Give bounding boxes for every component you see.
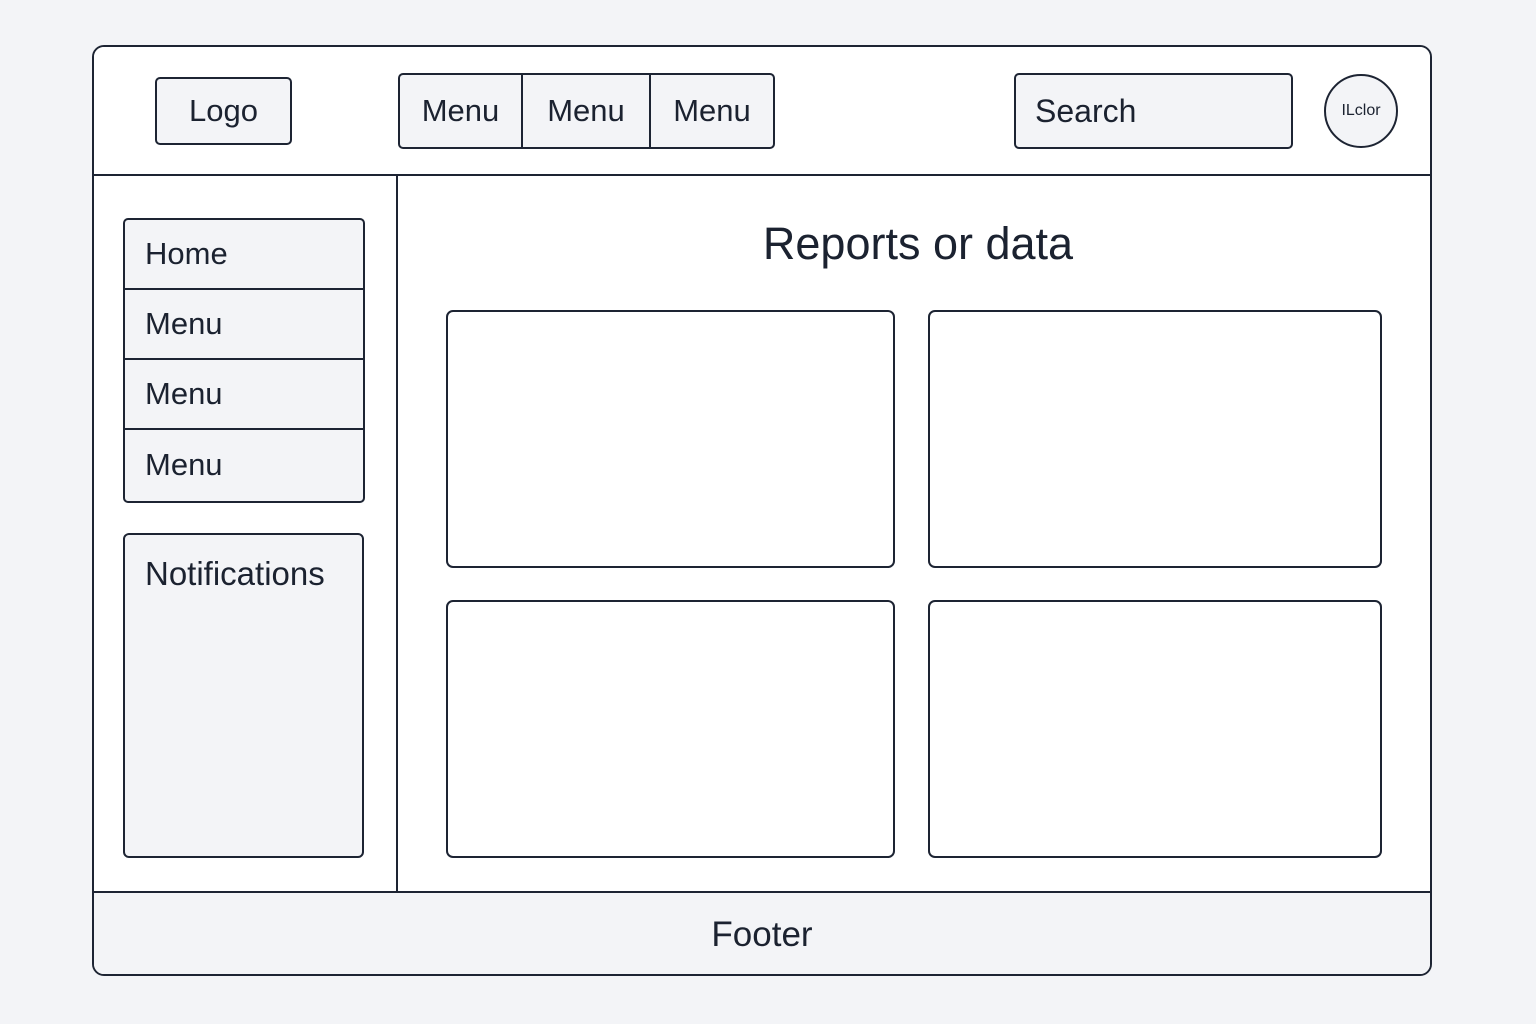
sidebar-item-menu-1[interactable]: Menu bbox=[125, 290, 363, 360]
search-input[interactable]: Search bbox=[1014, 73, 1293, 149]
report-card-4[interactable] bbox=[928, 600, 1382, 858]
sidebar-item-home[interactable]: Home bbox=[125, 220, 363, 290]
footer: Footer bbox=[94, 891, 1430, 974]
top-nav-item-2[interactable]: Menu bbox=[523, 75, 651, 147]
avatar[interactable]: ILclor bbox=[1324, 74, 1398, 148]
notifications-title: Notifications bbox=[145, 555, 325, 592]
report-card-3[interactable] bbox=[446, 600, 895, 858]
app-window: Logo Menu Menu Menu Search ILclor Home M… bbox=[92, 45, 1432, 976]
notifications-panel: Notifications bbox=[123, 533, 364, 858]
sidebar-menu: Home Menu Menu Menu bbox=[123, 218, 365, 503]
sidebar: Home Menu Menu Menu Notifications bbox=[94, 176, 398, 891]
top-nav: Menu Menu Menu bbox=[398, 73, 775, 149]
logo[interactable]: Logo bbox=[155, 77, 292, 145]
sidebar-item-menu-2[interactable]: Menu bbox=[125, 360, 363, 430]
page-title: Reports or data bbox=[398, 218, 1430, 270]
report-card-2[interactable] bbox=[928, 310, 1382, 568]
top-nav-item-1[interactable]: Menu bbox=[400, 75, 523, 147]
sidebar-item-menu-3[interactable]: Menu bbox=[125, 430, 363, 499]
main-content: Reports or data bbox=[398, 176, 1430, 891]
header: Logo Menu Menu Menu Search ILclor bbox=[94, 47, 1430, 176]
top-nav-item-3[interactable]: Menu bbox=[651, 75, 773, 147]
page-title-text: Reports or data bbox=[762, 218, 1074, 269]
report-card-1[interactable] bbox=[446, 310, 895, 568]
